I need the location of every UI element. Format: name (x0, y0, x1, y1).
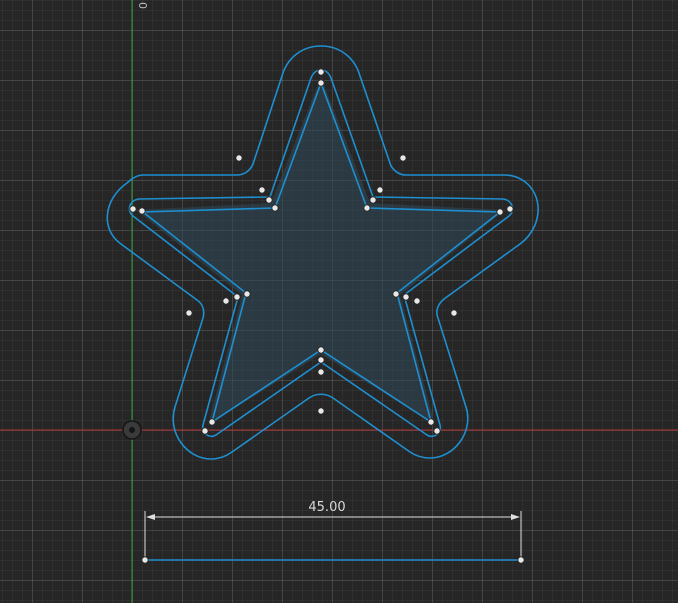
sketch-point-icon[interactable] (222, 297, 230, 305)
sketch-point-icon[interactable] (185, 309, 193, 317)
sketch-point-icon[interactable] (376, 186, 384, 194)
sketch-point-icon[interactable] (317, 346, 325, 354)
sketch-point-icon[interactable] (450, 309, 458, 317)
sketch-point-icon[interactable] (141, 556, 149, 564)
sketch-point-icon[interactable] (243, 290, 251, 298)
sketch-point-icon[interactable] (427, 418, 435, 426)
sketch-point-icon[interactable] (496, 208, 504, 216)
sketch-svg[interactable]: 0 45.00 (0, 0, 678, 603)
sketch-point-icon[interactable] (399, 154, 407, 162)
sketch-point-icon[interactable] (233, 293, 241, 301)
dimension-annotation[interactable]: 45.00 (144, 500, 522, 558)
sketch-point-icon[interactable] (317, 68, 325, 76)
sketch-point-icon[interactable] (402, 293, 410, 301)
sketch-point-icon[interactable] (517, 556, 525, 564)
origin-icon[interactable] (122, 420, 142, 440)
sketch-point-icon[interactable] (413, 297, 421, 305)
sketch-point-icon[interactable] (317, 368, 325, 376)
sketch-point-icon[interactable] (265, 196, 273, 204)
sketch-point-icon[interactable] (129, 205, 137, 213)
sketch-point-icon[interactable] (208, 418, 216, 426)
sketch-point-icon[interactable] (258, 186, 266, 194)
sketch-point-icon[interactable] (317, 407, 325, 415)
sketch-point-icon[interactable] (369, 196, 377, 204)
sketch-point-icon[interactable] (271, 204, 279, 212)
sketch-point-icon[interactable] (433, 427, 441, 435)
sketch-point-icon[interactable] (506, 205, 514, 213)
dimension-value[interactable]: 45.00 (308, 500, 345, 515)
sketch-point-icon[interactable] (201, 427, 209, 435)
sketch-point-icon[interactable] (392, 290, 400, 298)
origin-label: 0 (137, 2, 150, 9)
sketch-point-icon[interactable] (317, 79, 325, 87)
sketch-point-icon[interactable] (138, 207, 146, 215)
sketch-point-icon[interactable] (235, 154, 243, 162)
sketch-point-icon[interactable] (363, 204, 371, 212)
sketch-point-icon[interactable] (317, 356, 325, 364)
